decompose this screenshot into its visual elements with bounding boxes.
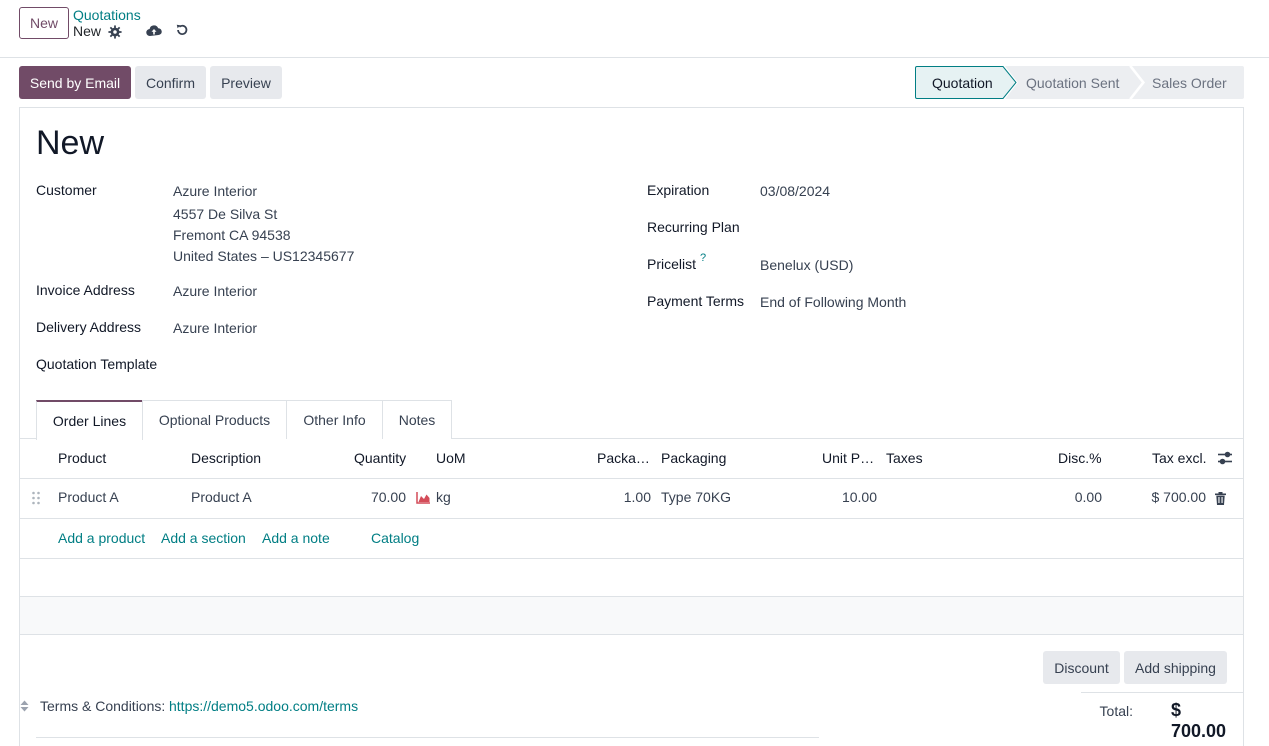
discount-button[interactable]: Discount	[1043, 651, 1120, 684]
pricelist-label: Pricelist	[647, 256, 697, 272]
recurring-plan-label: Recurring Plan	[647, 219, 740, 235]
terms-divider	[36, 737, 819, 738]
cell-subtotal: $ 700.00	[1151, 489, 1207, 505]
preview-button[interactable]: Preview	[210, 66, 282, 99]
customer-street: 4557 De Silva St	[173, 206, 278, 222]
cell-description[interactable]: Product A	[191, 489, 252, 505]
total-label: Total:	[1099, 703, 1133, 719]
delivery-address-label: Delivery Address	[36, 319, 142, 335]
column-header-quantity[interactable]: Quantity	[354, 450, 406, 466]
add-note-link[interactable]: Add a note	[262, 530, 330, 546]
customer-field[interactable]: Azure Interior	[173, 183, 257, 199]
expiration-label: Expiration	[647, 182, 710, 198]
empty-row	[20, 559, 1243, 597]
quotation-template-label: Quotation Template	[36, 356, 158, 372]
send-by-email-button[interactable]: Send by Email	[19, 66, 131, 99]
pricelist-field[interactable]: Benelux (USD)	[760, 257, 853, 273]
total-divider	[1081, 692, 1244, 693]
cell-unit-price[interactable]: 10.00	[842, 489, 877, 505]
payment-terms-label: Payment Terms	[647, 293, 744, 309]
optional-columns-icon[interactable]	[1217, 450, 1233, 466]
empty-row-striped	[20, 597, 1243, 634]
customer-city: Fremont CA 94538	[173, 227, 291, 243]
sort-icon[interactable]	[20, 700, 29, 712]
breadcrumb-current: New	[73, 23, 102, 39]
cell-packaging[interactable]: Type 70KG	[661, 489, 731, 505]
cell-uom[interactable]: kg	[436, 489, 451, 505]
payment-terms-field[interactable]: End of Following Month	[760, 294, 906, 310]
tab-notes[interactable]: Notes	[382, 400, 452, 439]
page-title[interactable]: New	[36, 124, 104, 163]
stage-sales-order[interactable]: Sales Order	[1152, 66, 1227, 99]
tab-other-info[interactable]: Other Info	[286, 400, 383, 439]
discard-icon[interactable]	[175, 23, 189, 37]
pricelist-help-tooltip[interactable]: ?	[700, 252, 706, 264]
drag-handle-icon[interactable]	[31, 491, 41, 505]
terms-label: Terms & Conditions:	[40, 698, 166, 714]
stage-quotation-sent[interactable]: Quotation Sent	[1026, 66, 1119, 99]
column-header-packaging[interactable]: Packaging	[661, 450, 726, 466]
delivery-address-field[interactable]: Azure Interior	[173, 320, 257, 336]
cloud-upload-icon[interactable]	[146, 23, 162, 39]
stage-quotation[interactable]: Quotation	[932, 66, 993, 99]
column-header-product[interactable]: Product	[58, 450, 106, 466]
customer-label: Customer	[36, 182, 97, 198]
add-product-link[interactable]: Add a product	[58, 530, 145, 546]
column-header-taxes[interactable]: Taxes	[886, 450, 923, 466]
column-header-description[interactable]: Description	[191, 450, 261, 466]
column-header-discount[interactable]: Disc.%	[1058, 450, 1102, 466]
tab-order-lines[interactable]: Order Lines	[36, 400, 143, 440]
customer-country: United States – US12345677	[173, 248, 355, 264]
column-header-uom[interactable]: UoM	[436, 450, 466, 466]
row-divider	[20, 518, 1243, 519]
expiration-field[interactable]: 03/08/2024	[760, 183, 830, 199]
confirm-button[interactable]: Confirm	[135, 66, 206, 99]
catalog-link[interactable]: Catalog	[371, 530, 419, 546]
new-button[interactable]: New	[19, 7, 69, 39]
breadcrumb-quotations[interactable]: Quotations	[73, 7, 141, 23]
status-stages: Quotation Quotation Sent Sales Order	[915, 66, 1244, 99]
cell-product[interactable]: Product A	[58, 489, 119, 505]
invoice-address-field[interactable]: Azure Interior	[173, 283, 257, 299]
cell-packaging-qty[interactable]: 1.00	[624, 489, 651, 505]
gear-icon[interactable]	[108, 25, 122, 39]
tab-optional-products[interactable]: Optional Products	[142, 400, 287, 439]
add-section-link[interactable]: Add a section	[161, 530, 246, 546]
column-header-packaging-qty[interactable]: Packa…	[597, 450, 650, 466]
table-bottom-divider	[20, 634, 1243, 635]
control-panel	[0, 0, 1269, 58]
forecast-chart-icon[interactable]	[416, 491, 431, 504]
total-value: $ 700.00	[1170, 700, 1226, 741]
cell-quantity[interactable]: 70.00	[371, 489, 406, 505]
invoice-address-label: Invoice Address	[36, 282, 135, 298]
trash-icon[interactable]	[1215, 492, 1226, 505]
terms-link[interactable]: https://demo5.odoo.com/terms	[169, 698, 358, 714]
cell-discount[interactable]: 0.00	[1075, 489, 1102, 505]
column-header-subtotal[interactable]: Tax excl.	[1152, 450, 1206, 466]
add-shipping-button[interactable]: Add shipping	[1124, 651, 1227, 684]
column-header-unit-price[interactable]: Unit P…	[822, 450, 874, 466]
